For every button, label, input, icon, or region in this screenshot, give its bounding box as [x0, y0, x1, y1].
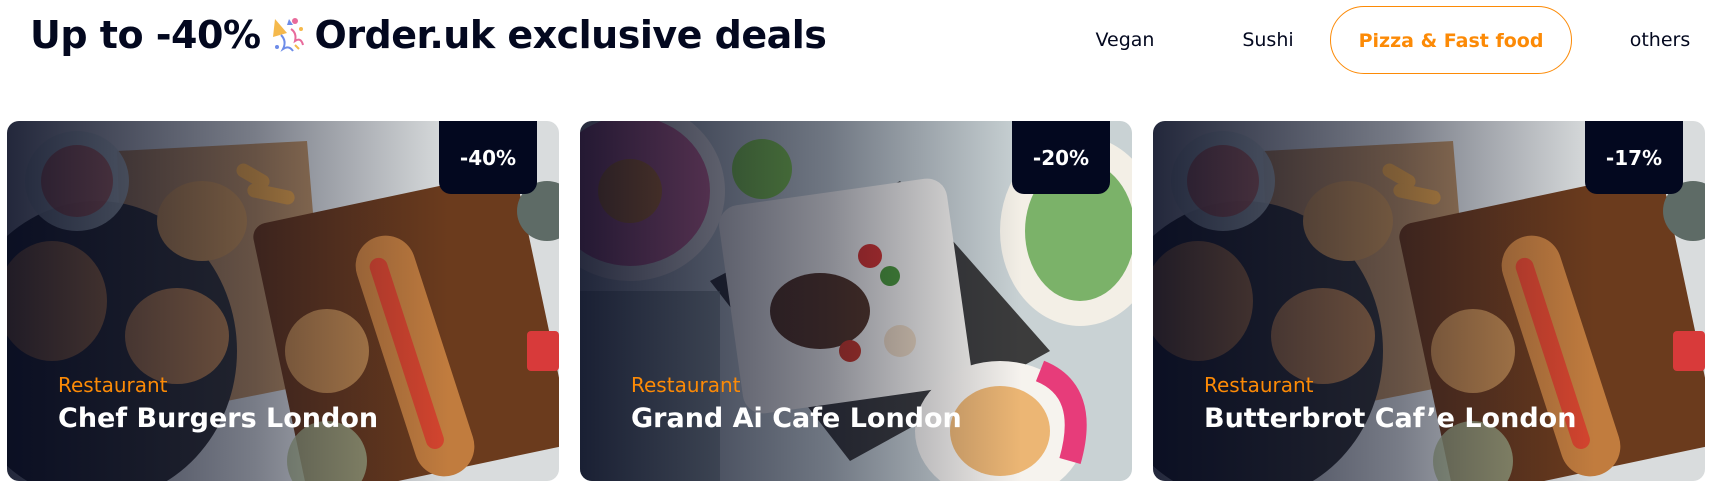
deal-card-chef-burgers[interactable]: -40% Restaurant Chef Burgers London	[7, 121, 559, 481]
restaurant-name: Chef Burgers London	[58, 403, 379, 434]
deal-category: Restaurant	[58, 373, 168, 397]
filter-pizza-fast-food[interactable]: Pizza & Fast food	[1330, 6, 1572, 74]
restaurant-name: Grand Ai Cafe London	[631, 403, 962, 434]
title-prefix: Up to -40%	[30, 13, 261, 57]
category-filters: Vegan Sushi Pizza & Fast food others	[1060, 6, 1700, 74]
deal-card-grand-ai-cafe[interactable]: -20% Restaurant Grand Ai Cafe London	[580, 121, 1132, 481]
discount-badge: -20%	[1012, 121, 1110, 194]
discount-badge: -17%	[1585, 121, 1683, 194]
filter-others[interactable]: others	[1620, 6, 1700, 74]
restaurant-name: Butterbrot Caf’e London	[1204, 403, 1577, 434]
filter-vegan[interactable]: Vegan	[1080, 6, 1170, 74]
title-suffix: Order.uk exclusive deals	[314, 13, 827, 57]
page-title: Up to -40% Order.uk exclusive deals	[30, 10, 827, 60]
deal-card-butterbrot-cafe[interactable]: -17% Restaurant Butterbrot Caf’e London	[1153, 121, 1705, 481]
deal-category: Restaurant	[1204, 373, 1314, 397]
party-popper-icon	[272, 18, 304, 52]
discount-badge: -40%	[439, 121, 537, 194]
deal-category: Restaurant	[631, 373, 741, 397]
filter-sushi[interactable]: Sushi	[1228, 6, 1308, 74]
